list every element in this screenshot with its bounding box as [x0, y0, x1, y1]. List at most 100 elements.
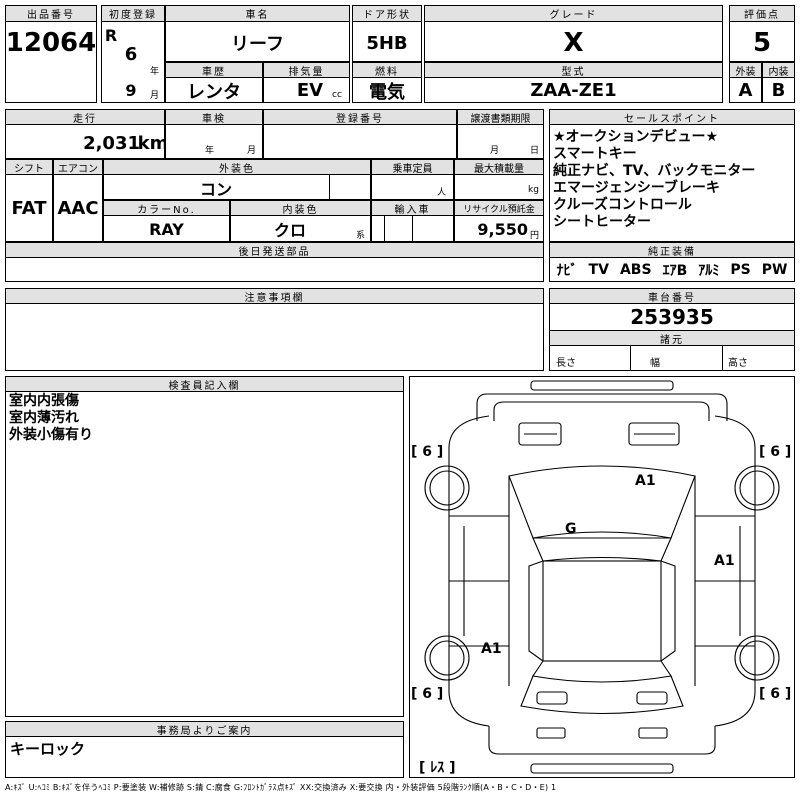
int-color-label: 内装色	[230, 200, 371, 216]
specs-divider-2	[722, 346, 723, 371]
sales-point-item: エマージェンシーブレーキ	[553, 180, 720, 196]
specs-width: 幅	[650, 358, 660, 369]
exterior-value: A	[738, 80, 753, 101]
reg-no-label: 登録番号	[263, 109, 457, 125]
fuel-value: 電気	[369, 81, 405, 103]
tire-rear-left: [ 6 ]	[411, 686, 443, 702]
interior-label: 内装	[762, 62, 795, 78]
recycle-value: 9,550	[477, 219, 528, 239]
shift-value: FAT	[11, 197, 47, 219]
displacement-unit: cc	[332, 90, 342, 100]
first-reg-month: 9	[125, 80, 137, 100]
lot-label: 出品番号	[5, 5, 97, 22]
fuel-label: 燃料	[352, 62, 422, 78]
mileage-label: 走行	[5, 109, 165, 125]
equipment-item: ﾅﾋﾞ	[556, 263, 578, 279]
first-reg-month-unit: 月	[150, 91, 160, 101]
int-color-value: クロ	[273, 221, 306, 240]
damage-mark: A1	[635, 473, 656, 489]
ext-color-label: 外装色	[103, 159, 371, 175]
aircon-value: AAC	[57, 197, 99, 219]
damage-mark: A1	[714, 553, 735, 569]
grade-label: グレード	[424, 5, 723, 22]
equipment-item: ｴｱB	[662, 263, 688, 279]
chassis-label: 車台番号	[549, 288, 795, 304]
color-no-value: RAY	[149, 219, 184, 239]
inspection-year-unit: 年	[205, 146, 215, 156]
first-reg-era: R	[104, 25, 118, 45]
shift-label: シフト	[5, 159, 53, 175]
capacity-unit: 人	[437, 188, 447, 198]
inspector-remark: 室内薄汚れ	[9, 410, 79, 426]
max-load-unit: kg	[528, 185, 539, 195]
equipment-item: ABS	[619, 262, 652, 278]
specs-length: 長さ	[556, 358, 576, 369]
first-reg-label: 初度登録	[101, 5, 165, 22]
specs-label: 諸元	[549, 330, 795, 346]
inspector-remarks: 室内内張傷 室内薄汚れ 外装小傷有り	[9, 393, 93, 444]
sales-point-item: クルーズコントロール	[553, 197, 692, 213]
door-label: ドア形状	[352, 5, 422, 22]
int-color-unit: 系	[356, 231, 366, 241]
transfer-label: 譲渡書類期限	[457, 109, 544, 125]
car-damage-diagram: [ 6 ] [ 6 ] [ 6 ] [ 6 ] [ ﾚｽ ] A1 G A1 A…	[411, 380, 791, 776]
wheels	[424, 465, 780, 681]
history-value: レンタ	[187, 81, 241, 103]
inspection-label: 車検	[165, 109, 263, 125]
lot-number: 12064	[5, 28, 97, 58]
tire-front-right: [ 6 ]	[759, 444, 791, 460]
tire-front-left: [ 6 ]	[411, 444, 443, 460]
sales-point-item: シートヒーター	[553, 214, 651, 230]
transfer-day-unit: 日	[530, 146, 540, 156]
inspector-remark: 室内内張傷	[9, 393, 79, 409]
displacement-value: EV	[296, 80, 324, 101]
mileage-value: 2,031	[83, 132, 140, 154]
sales-points-list: ★オークションデビュー★ スマートキー 純正ナビ、TV、バックモニター エマージ…	[553, 129, 755, 231]
door-value: 5HB	[366, 32, 408, 54]
model-value: ZAA-ZE1	[530, 80, 617, 101]
grade-value: X	[563, 28, 584, 58]
damage-mark: A1	[481, 641, 502, 657]
specs-divider-1	[630, 346, 631, 371]
exterior-label: 外装	[729, 62, 762, 78]
score-label: 評価点	[729, 5, 795, 22]
recycle-unit: 円	[530, 231, 540, 241]
specs-height: 高さ	[728, 358, 748, 369]
inspector-label: 検査員記入欄	[5, 376, 404, 392]
notes-label: 注意事項欄	[5, 288, 544, 304]
office-value: キーロック	[10, 739, 86, 758]
equipment-item: ｱﾙﾐ	[698, 263, 720, 279]
equipment-item: PW	[761, 262, 788, 278]
car-outline	[448, 380, 756, 774]
import-divider-right	[412, 216, 413, 242]
ext-color-divider	[329, 175, 330, 200]
first-reg-year: 6	[124, 43, 138, 65]
score-value: 5	[752, 28, 772, 58]
capacity-label: 乗車定員	[371, 159, 454, 175]
car-name-value: リーフ	[231, 34, 284, 55]
equipment-list: ﾅﾋﾞ TV ABS ｴｱB ｱﾙﾐ PS PW	[551, 259, 793, 281]
mileage-unit: km	[137, 132, 169, 154]
equipment-item: TV	[588, 262, 609, 278]
inspection-month-unit: 月	[247, 146, 257, 156]
spare-tire: [ ﾚｽ ]	[419, 760, 456, 776]
tire-rear-right: [ 6 ]	[759, 686, 791, 702]
car-name-label: 車名	[165, 5, 350, 22]
sales-point-item: 純正ナビ、TV、バックモニター	[553, 163, 756, 179]
model-label: 型式	[424, 62, 723, 78]
first-reg-year-unit: 年	[150, 67, 160, 77]
damage-mark: G	[565, 521, 577, 537]
sales-point-item: ★オークションデビュー★	[553, 129, 719, 145]
color-no-label: カラーNo.	[103, 200, 230, 216]
chassis-value: 253935	[630, 305, 714, 329]
interior-value: B	[771, 80, 786, 101]
sales-point-item: スマートキー	[553, 146, 637, 162]
import-label: 輸入車	[371, 200, 454, 216]
history-label: 車歴	[165, 62, 263, 78]
inspector-remark: 外装小傷有り	[9, 427, 93, 443]
max-load-label: 最大積載量	[454, 159, 544, 175]
import-divider-left	[384, 216, 385, 242]
displacement-label: 排気量	[263, 62, 350, 78]
equipment-label: 純正装備	[549, 242, 795, 258]
aircon-label: エアコン	[53, 159, 103, 175]
